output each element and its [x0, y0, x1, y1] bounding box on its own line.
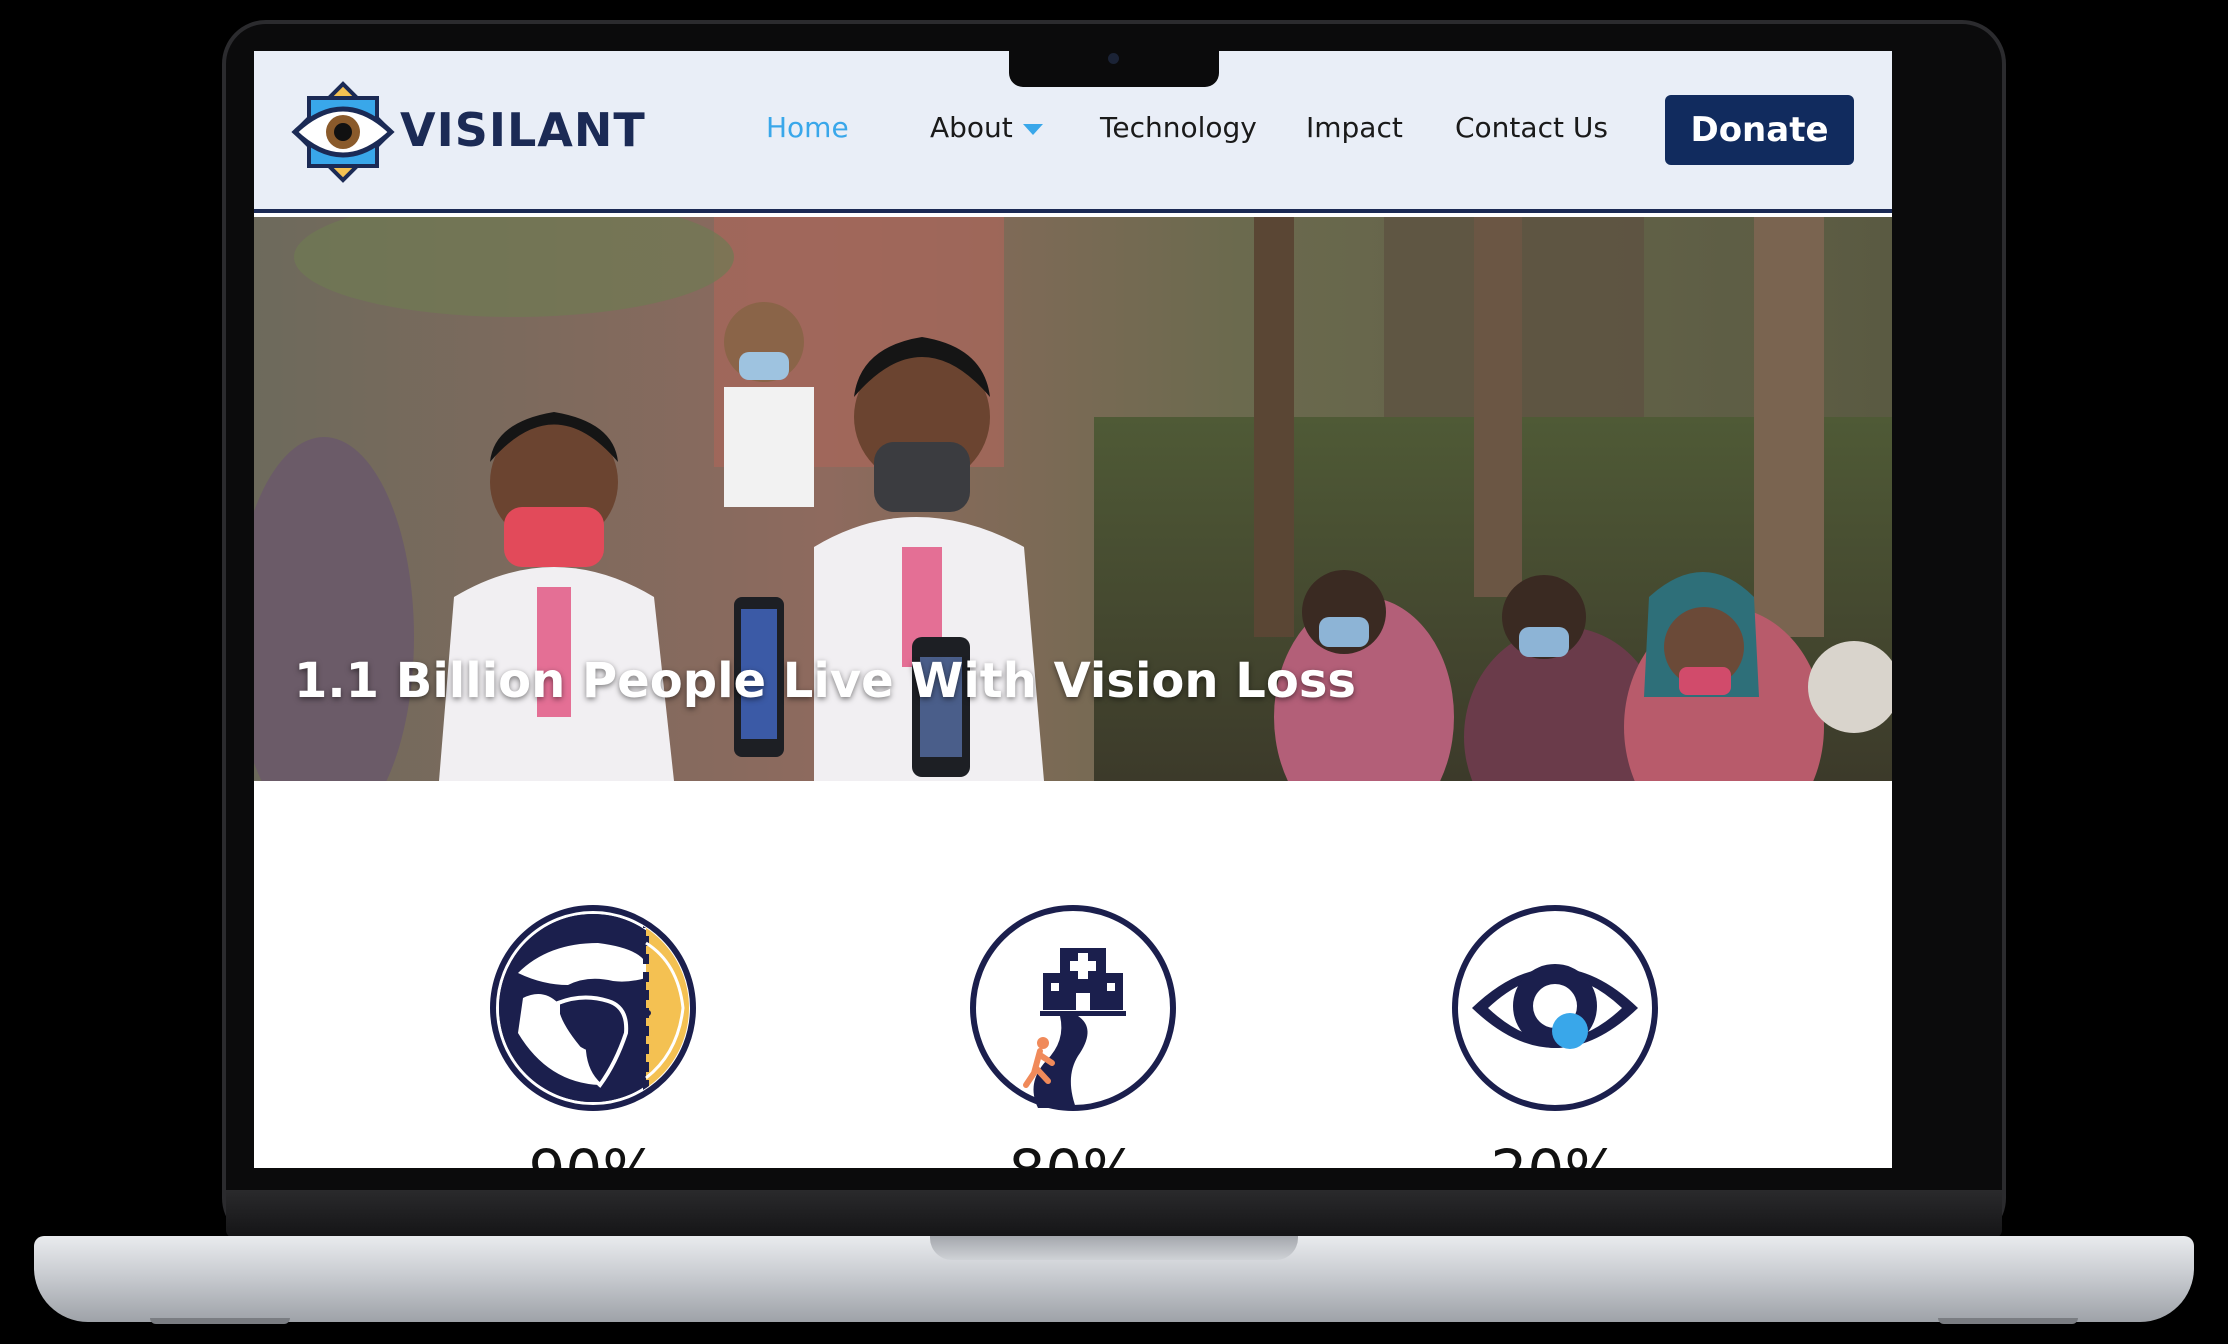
stat-value: 80% [968, 1137, 1178, 1168]
hero-title: 1.1 Billion People Live With Vision Loss [294, 653, 1356, 709]
chevron-down-icon [1022, 123, 1043, 135]
laptop-chin [226, 1190, 2002, 1238]
brand-name: VISILANT [400, 103, 646, 157]
stat-value: 90% [488, 1137, 698, 1168]
hero-banner: 1.1 Billion People Live With Vision Loss [254, 217, 1892, 781]
eye-icon [1452, 905, 1658, 1111]
nav-impact[interactable]: Impact [1306, 111, 1403, 144]
nav-about-label: About [930, 111, 1013, 144]
donate-button[interactable]: Donate [1665, 95, 1854, 165]
laptop-foot [150, 1318, 290, 1324]
nav-about[interactable]: About [930, 111, 1043, 144]
visilant-logo[interactable] [288, 77, 398, 187]
hospital-path-icon [970, 905, 1176, 1111]
nav-home[interactable]: Home [766, 111, 849, 144]
nav-technology[interactable]: Technology [1100, 111, 1257, 144]
stat-value: 20% [1450, 1137, 1660, 1168]
browser-screen: VISILANT Home About Technology Impact Co… [254, 51, 1892, 1168]
camera-icon [1108, 53, 1119, 64]
nav-contact[interactable]: Contact Us [1455, 111, 1608, 144]
globe-icon [490, 905, 696, 1111]
laptop-foot [1938, 1318, 2078, 1324]
laptop-base-notch [930, 1236, 1298, 1260]
